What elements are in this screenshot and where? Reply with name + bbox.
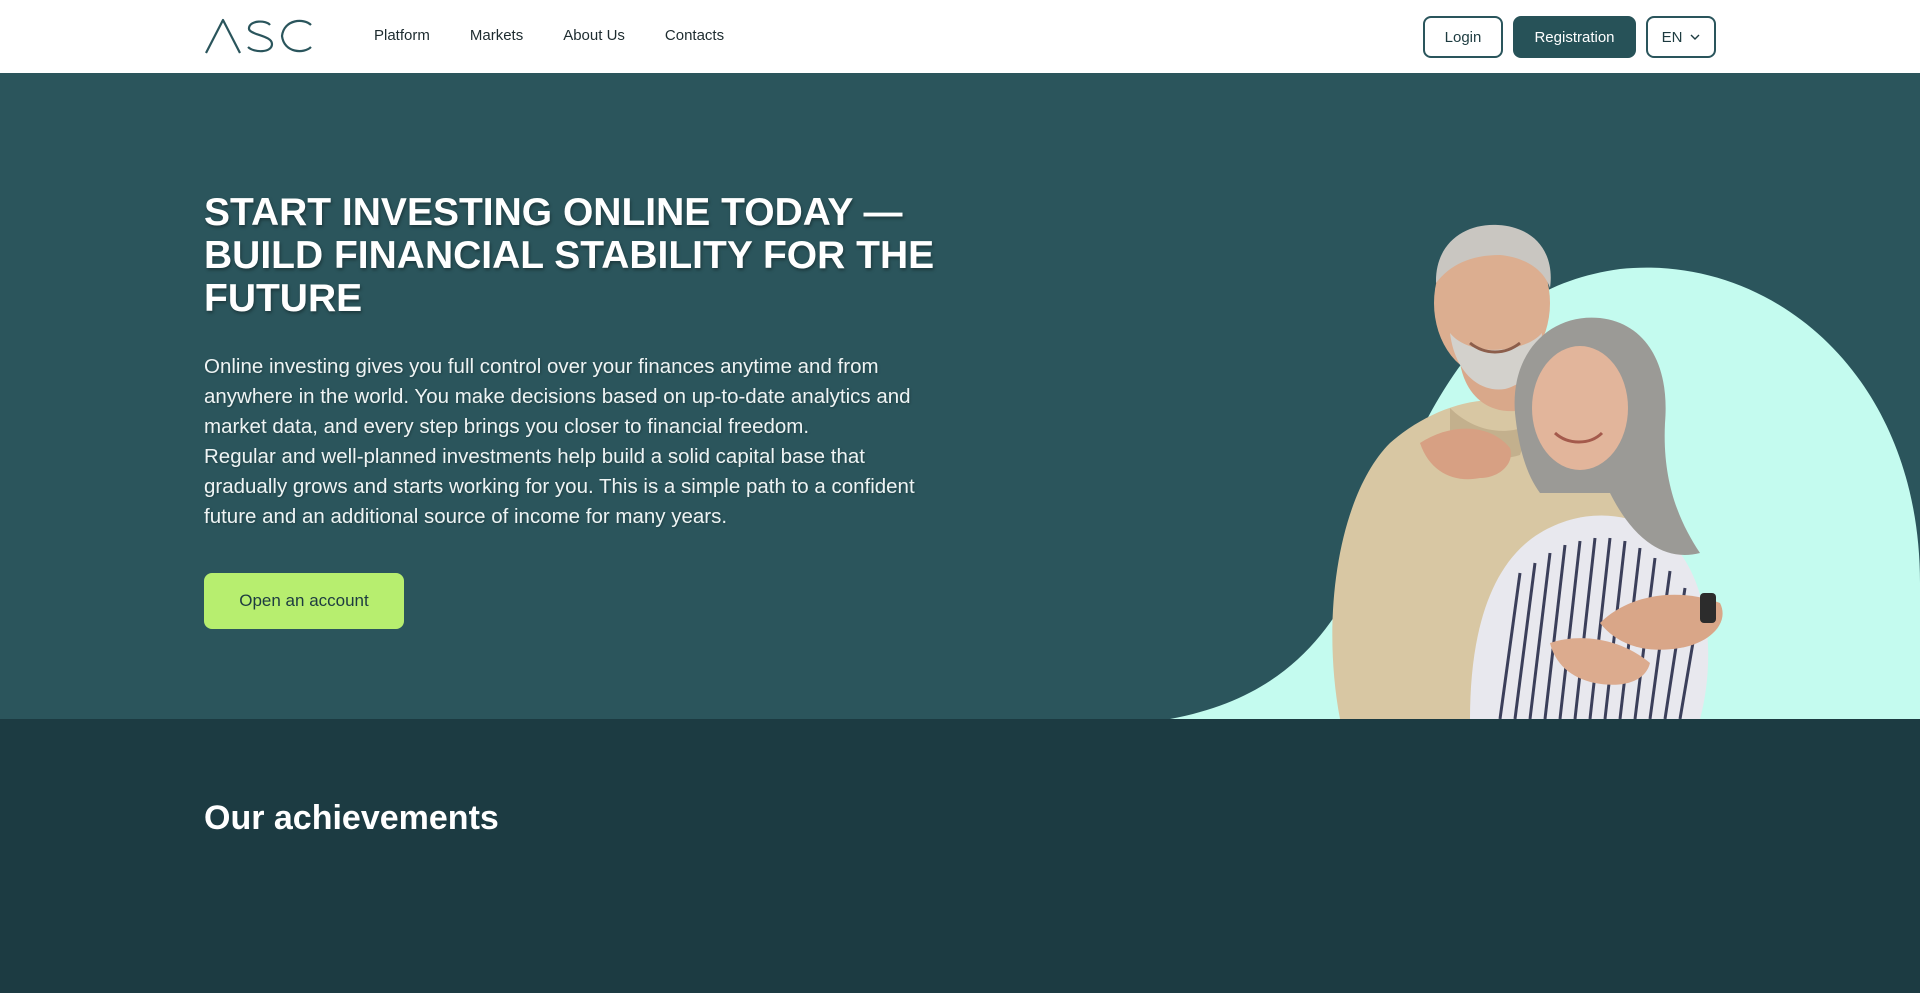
achievements-title: Our achievements <box>204 799 499 837</box>
hero-title: START INVESTING ONLINE TODAY — BUILD FIN… <box>204 191 935 320</box>
language-selector[interactable]: EN <box>1646 16 1716 58</box>
hero-paragraph-2: Regular and well-planned investments hel… <box>204 445 915 528</box>
login-button[interactable]: Login <box>1423 16 1503 58</box>
main-nav: Platform Markets About Us Contacts <box>374 27 764 44</box>
language-label: EN <box>1661 28 1683 46</box>
nav-about-us[interactable]: About Us <box>563 27 625 44</box>
hero-section: START INVESTING ONLINE TODAY — BUILD FIN… <box>0 73 1920 719</box>
nav-contacts[interactable]: Contacts <box>665 27 724 44</box>
open-account-button[interactable]: Open an account <box>204 573 404 629</box>
asc-logo[interactable] <box>204 16 314 56</box>
hero-couple-image <box>1332 224 1723 719</box>
achievements-section: Our achievements <box>0 719 1920 993</box>
site-header: Platform Markets About Us Contacts Login… <box>0 0 1920 73</box>
nav-markets[interactable]: Markets <box>470 27 523 44</box>
registration-button[interactable]: Registration <box>1513 16 1636 58</box>
hero-paragraph-1: Online investing gives you full control … <box>204 355 911 438</box>
hero-description: Online investing gives you full control … <box>204 352 944 532</box>
nav-platform[interactable]: Platform <box>374 27 430 44</box>
chevron-down-icon <box>1690 34 1700 40</box>
